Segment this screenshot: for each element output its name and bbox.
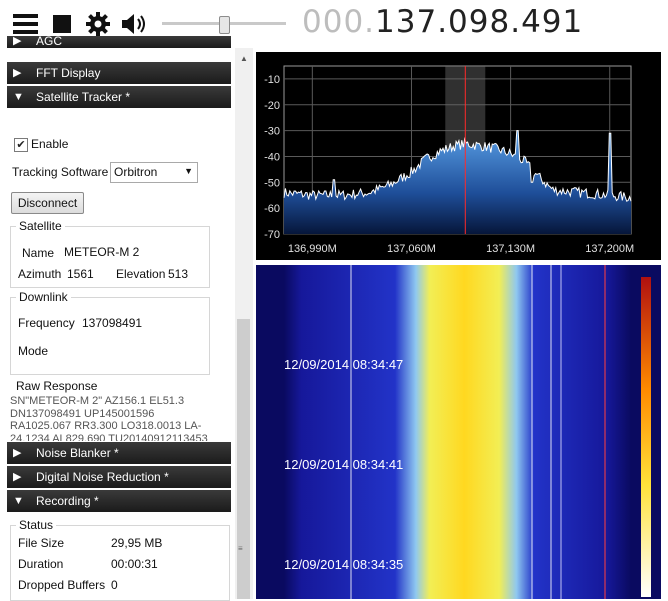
frequency-leading-digits: 000. <box>302 4 376 40</box>
frequency-label: Frequency <box>18 316 75 330</box>
expand-arrow-icon: ▶ <box>13 447 22 459</box>
frequency-display[interactable]: 000.137.098.491 <box>302 4 583 40</box>
file-size-value: 29,95 MB <box>111 536 163 550</box>
spectrum-chart: -10 -20 -30 -40 -50 -60 -70 136,990M 137,060M 137… <box>264 65 634 255</box>
panel-scrollbar[interactable]: ▲ ≡ <box>235 48 253 599</box>
panel-header-noise-blanker[interactable]: ▶ Noise Blanker * <box>7 442 231 464</box>
panel-header-label: FFT Display <box>36 66 101 80</box>
x-tick-label: 137,130M <box>486 243 535 255</box>
name-value: METEOR-M 2 <box>64 245 140 259</box>
panel-header-label: Recording * <box>36 494 99 508</box>
y-tick-label: -60 <box>264 203 280 215</box>
disconnect-button[interactable]: Disconnect <box>11 192 84 214</box>
raw-response-text: SN"METEOR-M 2" AZ156.1 EL51.3 DN13709849… <box>10 395 208 441</box>
panel-header-digital-noise-reduction[interactable]: ▶ Digital Noise Reduction * <box>7 466 231 488</box>
enable-checkbox[interactable]: ✔ <box>14 138 28 152</box>
panel-header-label: Satellite Tracker * <box>36 90 131 104</box>
duration-value: 00:00:31 <box>111 557 158 571</box>
hamburger-menu-icon[interactable] <box>13 13 38 35</box>
waterfall-timestamp: 12/09/2014 08:34:47 <box>284 357 404 372</box>
gear-icon[interactable] <box>86 12 110 36</box>
volume-slider[interactable] <box>162 16 286 34</box>
azimuth-value: 1561 <box>67 267 94 281</box>
x-tick-label: 137,200M <box>585 243 634 255</box>
waterfall-image <box>284 265 651 599</box>
mode-label: Mode <box>18 344 49 358</box>
spectrum-panel[interactable]: -10 -20 -30 -40 -50 -60 -70 136,990M 137,060M 137… <box>256 52 661 260</box>
select-value: Orbitron <box>114 165 158 179</box>
elevation-label: Elevation <box>116 267 166 281</box>
panel-header-fft-display[interactable]: ▶ FFT Display <box>7 62 231 84</box>
panel-header-label: Digital Noise Reduction * <box>36 470 169 484</box>
waterfall-timestamp: 12/09/2014 08:34:41 <box>284 457 404 472</box>
panel-header-recording[interactable]: ▼ Recording * <box>7 490 231 512</box>
dropped-buffers-label: Dropped Buffers <box>18 578 106 592</box>
y-tick-label: -70 <box>264 229 280 241</box>
stop-icon[interactable] <box>53 15 71 33</box>
y-tick-label: -20 <box>264 100 280 112</box>
x-tick-label: 136,990M <box>288 243 337 255</box>
panel-header-label: Noise Blanker * <box>36 446 119 460</box>
y-tick-label: -40 <box>264 151 280 163</box>
y-tick-label: -50 <box>264 177 280 189</box>
collapse-arrow-icon: ▼ <box>13 91 24 103</box>
speaker-icon[interactable] <box>121 13 149 35</box>
panel-header-label: AGC <box>36 36 63 48</box>
expand-arrow-icon: ▶ <box>13 36 22 47</box>
raw-response-label: Raw Response <box>16 379 98 393</box>
y-tick-label: -30 <box>264 126 280 138</box>
check-icon: ✔ <box>16 139 26 151</box>
file-size-label: File Size <box>18 536 65 550</box>
tracking-software-label: Tracking Software <box>12 165 109 179</box>
slider-thumb[interactable] <box>219 16 230 34</box>
dropped-buffers-value: 0 <box>111 578 118 592</box>
elevation-value: 513 <box>168 267 189 281</box>
frequency-digits: 137.098.491 <box>375 4 584 40</box>
satellite-group-label: Satellite <box>16 219 65 233</box>
waterfall-field <box>284 265 631 599</box>
panel-header-agc[interactable]: ▶ AGC <box>7 36 231 48</box>
panel-header-satellite-tracker[interactable]: ▼ Satellite Tracker * <box>7 86 231 108</box>
grip-icon: ≡ <box>238 544 243 553</box>
azimuth-label: Azimuth <box>18 267 62 281</box>
collapse-arrow-icon: ▼ <box>13 495 24 507</box>
color-scale-bar <box>641 277 651 597</box>
x-tick-label: 137,060M <box>387 243 436 255</box>
scroll-up-icon[interactable]: ▲ <box>240 54 248 63</box>
downlink-group-label: Downlink <box>16 290 71 304</box>
frequency-value: 137098491 <box>82 316 143 330</box>
waterfall-timestamp: 12/09/2014 08:34:35 <box>284 557 404 572</box>
dropdown-arrow-icon: ▼ <box>184 166 193 176</box>
enable-label: Enable <box>31 137 69 151</box>
waterfall-panel[interactable]: 12/09/2014 08:34:47 12/09/2014 08:34:41 … <box>256 265 661 599</box>
status-group-label: Status <box>16 518 57 532</box>
y-tick-label: -10 <box>264 74 280 86</box>
expand-arrow-icon: ▶ <box>13 67 22 79</box>
tracking-software-select[interactable]: Orbitron ▼ <box>110 162 198 183</box>
duration-label: Duration <box>18 557 64 571</box>
scrollbar-thumb[interactable] <box>237 319 250 599</box>
name-label: Name <box>22 246 55 260</box>
downlink-group <box>10 297 210 375</box>
expand-arrow-icon: ▶ <box>13 471 22 483</box>
